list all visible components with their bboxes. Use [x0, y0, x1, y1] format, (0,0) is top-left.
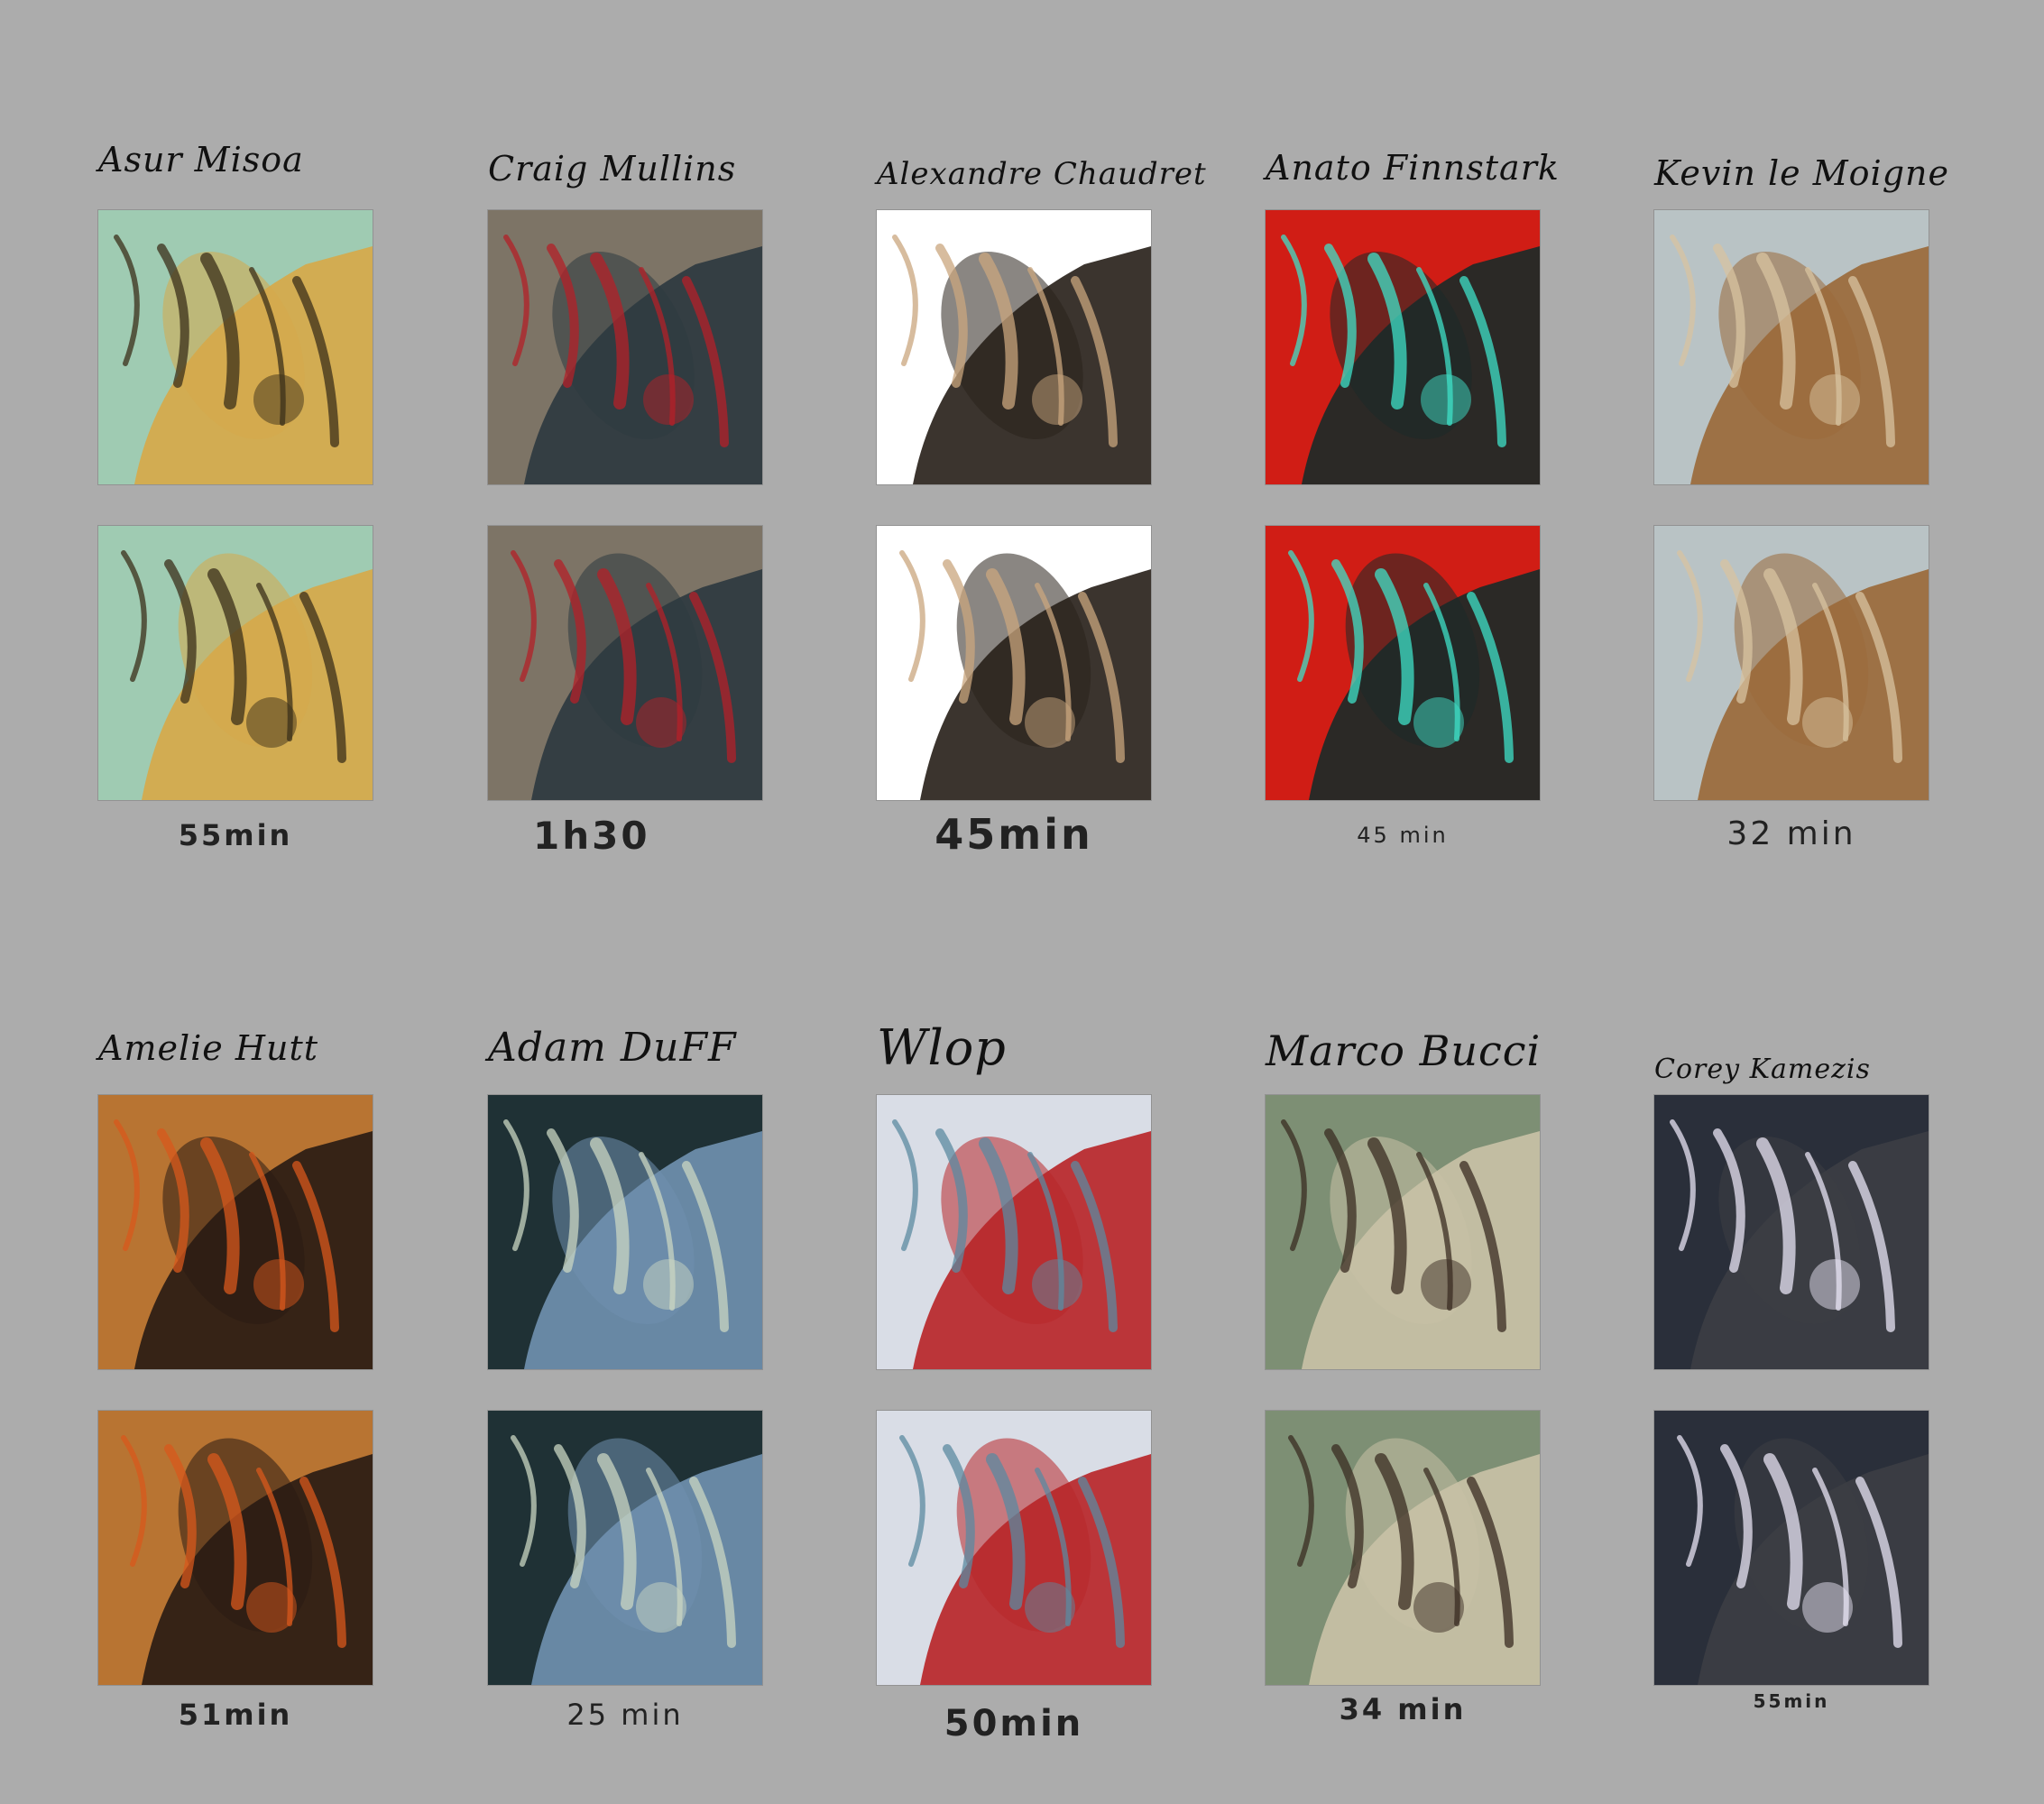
study-painting — [98, 1411, 373, 1685]
dark-figure-study-icon — [877, 526, 1151, 800]
study-duration: 51min — [178, 1698, 293, 1732]
artist-name: Kevin le Moigne — [1654, 153, 1949, 193]
reference-painting — [98, 210, 373, 484]
dark-airship-painting-icon — [1654, 1095, 1929, 1369]
armored-assassin-study-icon — [488, 526, 762, 800]
study-duration: 50min — [944, 1703, 1084, 1744]
dark-figure-painting-icon — [877, 210, 1151, 484]
study-duration: 45min — [935, 810, 1093, 859]
red-haired-warrior-painting-icon — [98, 1095, 373, 1369]
crocodile-skull-study-icon — [1266, 1411, 1540, 1685]
reference-painting — [877, 210, 1151, 484]
artist-name: Asur Misoa — [98, 140, 304, 179]
waterfall-study-icon — [488, 1411, 762, 1685]
artist-name: Wlop — [877, 1019, 1007, 1076]
study-painting — [1654, 526, 1929, 800]
red-haired-warrior-study-icon — [98, 1411, 373, 1685]
study-painting — [1266, 526, 1540, 800]
princess-knight-painting-icon — [877, 1095, 1151, 1369]
reference-painting — [98, 1095, 373, 1369]
study-painting — [1654, 1411, 1929, 1685]
study-duration: 34 min — [1339, 1692, 1467, 1726]
princess-knight-study-icon — [877, 1411, 1151, 1685]
study-painting — [488, 526, 762, 800]
study-painting — [877, 526, 1151, 800]
study-painting — [98, 526, 373, 800]
artist-name: Anato Finnstark — [1266, 148, 1560, 188]
study-duration: 32 min — [1726, 815, 1856, 852]
study-duration: 55min — [178, 818, 293, 852]
study-duration: 55min — [1753, 1690, 1830, 1712]
crocodile-skull-painting-icon — [1266, 1095, 1540, 1369]
desert-arch-study-icon — [1654, 526, 1929, 800]
winged-dryad-study-icon — [98, 526, 373, 800]
study-duration: 45 min — [1357, 823, 1449, 848]
reference-painting — [1654, 210, 1929, 484]
desert-arch-painting-icon — [1654, 210, 1929, 484]
reference-painting — [1654, 1095, 1929, 1369]
artist-name: Marco Bucci — [1266, 1026, 1542, 1075]
red-warrior-painting-icon — [1266, 210, 1540, 484]
artist-name: Craig Mullins — [488, 149, 737, 189]
red-warrior-study-icon — [1266, 526, 1540, 800]
reference-painting — [1266, 210, 1540, 484]
winged-dryad-painting-icon — [98, 210, 373, 484]
reference-painting — [877, 1095, 1151, 1369]
artist-name: Adam DuFF — [488, 1025, 737, 1071]
reference-painting — [488, 1095, 762, 1369]
waterfall-painting-icon — [488, 1095, 762, 1369]
study-painting — [877, 1411, 1151, 1685]
dark-airship-study-icon — [1654, 1411, 1929, 1685]
reference-painting — [488, 210, 762, 484]
study-painting — [1266, 1411, 1540, 1685]
reference-painting — [1266, 1095, 1540, 1369]
artist-name: Amelie Hutt — [98, 1028, 318, 1068]
armored-assassin-painting-icon — [488, 210, 762, 484]
study-duration: 25 min — [566, 1698, 684, 1732]
study-painting — [488, 1411, 762, 1685]
study-duration: 1h30 — [533, 814, 650, 858]
